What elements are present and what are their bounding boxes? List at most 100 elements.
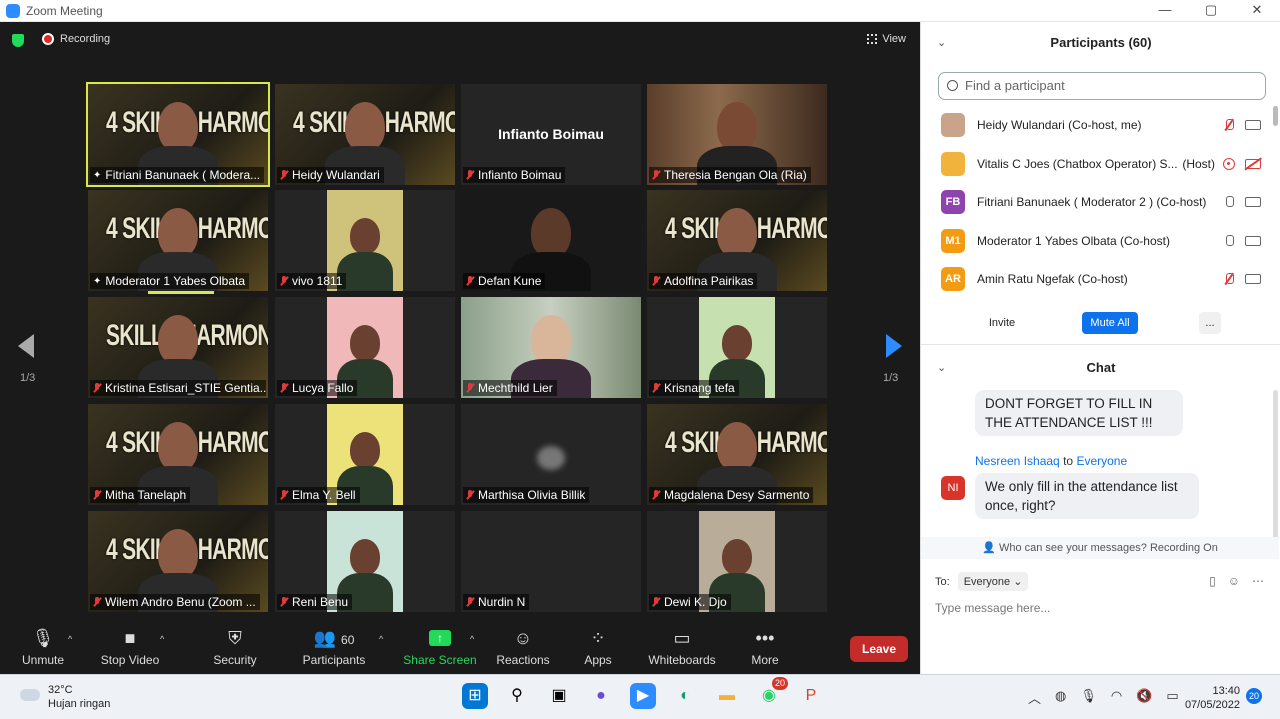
invite-button[interactable]: Invite xyxy=(979,312,1025,334)
video-tile[interactable]: Marthisa Olivia Billik xyxy=(461,404,641,505)
participant-scrollbar[interactable] xyxy=(1273,106,1278,126)
sender-name[interactable]: Nesreen Ishaaq xyxy=(975,454,1060,468)
search-icon[interactable]: ⚲ xyxy=(504,683,530,709)
chevron-up-icon[interactable]: ︿ xyxy=(1028,688,1041,707)
emoji-icon[interactable]: ☺ xyxy=(1228,574,1240,588)
participant-row[interactable]: Vitalis C Joes (Chatbox Operator) S... (H… xyxy=(921,145,1271,184)
next-page-arrow-icon[interactable] xyxy=(886,334,902,358)
task-view-icon[interactable]: ▣ xyxy=(546,683,572,709)
close-button[interactable]: ✕ xyxy=(1234,0,1280,20)
recording-icon xyxy=(1223,158,1235,171)
powerpoint-icon[interactable]: P xyxy=(798,683,824,709)
page-indicator-left: 1/3 xyxy=(20,372,36,384)
teams-chat-icon[interactable]: ● xyxy=(588,683,614,709)
video-tile[interactable]: SKILLS HARMONYKristina Estisari_STIE Gen… xyxy=(88,297,268,398)
security-button[interactable]: ⛨ Security xyxy=(195,628,275,667)
edge-icon[interactable]: ◐ xyxy=(672,683,698,709)
more-dots-icon[interactable]: ⋯ xyxy=(1252,574,1264,588)
recipient-select[interactable]: Everyone ⌄ xyxy=(957,572,1029,591)
participants-icon: 👥 60 xyxy=(313,628,355,648)
participant-name-label: Nurdin N xyxy=(463,594,530,610)
video-tile[interactable]: 4 SKILLS HARMONYWilem Andro Benu (Zoom .… xyxy=(88,511,268,612)
reactions-button[interactable]: ☺ Reactions xyxy=(483,628,563,667)
video-tile[interactable]: Lucya Fallo xyxy=(275,297,455,398)
whatsapp-icon[interactable]: ◉ 20 xyxy=(756,677,788,709)
wifi-icon[interactable]: ◠ xyxy=(1111,688,1122,707)
share-screen-button[interactable]: ↑ Share Screen xyxy=(400,628,480,667)
zoom-app-icon[interactable]: ▶ xyxy=(630,683,656,709)
clock[interactable]: 13:40 07/05/2022 xyxy=(1180,684,1240,712)
video-tile[interactable]: 4 SKILLS HARMONY✦Moderator 1 Yabes Olbat… xyxy=(88,190,268,291)
video-tile[interactable]: Krisnang tefa xyxy=(647,297,827,398)
video-tile[interactable]: Defan Kune xyxy=(461,190,641,291)
file-explorer-icon[interactable]: ▬ xyxy=(714,683,740,709)
participants-caret-icon[interactable]: ^ xyxy=(379,634,383,644)
participant-row[interactable]: AR Amin Ratu Ngefak (Co-host) xyxy=(921,260,1271,299)
video-camera-icon[interactable] xyxy=(1245,197,1261,208)
participant-row[interactable]: M1 Moderator 1 Yabes Olbata (Co-host) xyxy=(921,222,1271,261)
share-options-caret-icon[interactable]: ^ xyxy=(470,634,474,644)
view-button[interactable]: View xyxy=(867,33,906,45)
video-tile[interactable]: 4 SKILLS HARMONYMitha Tanelaph xyxy=(88,404,268,505)
mic-icon[interactable] xyxy=(1223,195,1235,209)
participants-button[interactable]: 👥 60 Participants xyxy=(294,628,374,667)
visibility-text: Who can see your messages? Recording On xyxy=(998,542,1218,554)
video-tile[interactable]: Mechthild Lier xyxy=(461,297,641,398)
share-screen-label: Share Screen xyxy=(403,653,477,667)
notification-badge[interactable]: 20 xyxy=(1246,688,1262,704)
file-icon[interactable]: ▯ xyxy=(1209,574,1216,588)
participant-row[interactable]: FB Fitriani Banunaek ( Moderator 2 ) (Co-… xyxy=(921,183,1271,222)
recipient-name[interactable]: Everyone xyxy=(1076,454,1127,468)
microphone-icon[interactable]: 🎙 xyxy=(1080,688,1097,707)
video-tile[interactable]: 4 SKILLS HARMONYHeidy Wulandari xyxy=(275,84,455,185)
muted-mic-icon[interactable] xyxy=(1223,272,1235,286)
leave-button[interactable]: Leave xyxy=(850,636,908,662)
muted-mic-icon xyxy=(652,170,660,180)
chat-scrollbar[interactable] xyxy=(1273,390,1278,540)
windows-start-icon[interactable]: ⊞ xyxy=(462,683,488,709)
audio-options-caret-icon[interactable]: ^ xyxy=(68,634,72,644)
pin-icon: ✦ xyxy=(93,275,102,287)
weather-widget[interactable]: 32°C Hujan ringan xyxy=(20,683,110,711)
participant-name-label: vivo 1811 xyxy=(277,273,347,289)
security-shield-icon[interactable] xyxy=(12,34,24,47)
more-button[interactable]: ••• More xyxy=(725,628,805,667)
video-tile[interactable]: Elma Y. Bell xyxy=(275,404,455,505)
maximize-button[interactable]: ▢ xyxy=(1188,0,1234,20)
video-tile[interactable]: Reni Benu xyxy=(275,511,455,612)
participant-row[interactable]: Heidy Wulandari (Co-host, me) xyxy=(921,106,1271,145)
chat-collapse-chevron-icon[interactable]: ⌄ xyxy=(937,350,946,386)
apps-button[interactable]: ⁘ Apps xyxy=(558,628,638,667)
video-camera-icon[interactable] xyxy=(1245,274,1261,285)
participant-search-input[interactable]: Find a participant xyxy=(938,72,1266,100)
video-camera-icon[interactable] xyxy=(1245,120,1261,131)
previous-page-arrow-icon[interactable] xyxy=(18,334,34,358)
video-options-caret-icon[interactable]: ^ xyxy=(160,634,164,644)
video-tile[interactable]: 4 SKILLS HARMONY✦Fitriani Banunaek ( Mod… xyxy=(86,82,270,187)
speaker-muted-icon[interactable]: 🔇 xyxy=(1136,688,1152,707)
zoom-tray-icon[interactable]: ◍ xyxy=(1055,688,1066,707)
minimize-button[interactable]: — xyxy=(1142,0,1188,20)
video-tile[interactable]: 4 SKILLS HARMONYMagdalena Desy Sarmento xyxy=(647,404,827,505)
more-options-button[interactable]: ... xyxy=(1199,312,1221,334)
video-tile[interactable]: 4 SKILLS HARMONYAdolfina Pairikas xyxy=(647,190,827,291)
muted-mic-icon[interactable] xyxy=(1223,118,1235,132)
message-visibility-notice[interactable]: 👤 Who can see your messages? Recording O… xyxy=(921,537,1279,559)
video-tile[interactable]: Nurdin N xyxy=(461,511,641,612)
video-tile[interactable]: vivo 1811 xyxy=(275,190,455,291)
video-tile[interactable]: Theresia Bengan Ola (Ria) xyxy=(647,84,827,185)
mute-all-button[interactable]: Mute All xyxy=(1082,312,1138,334)
apps-label: Apps xyxy=(584,653,612,667)
stop-video-button[interactable]: ■ Stop Video xyxy=(90,628,170,667)
video-tile[interactable]: Dewi K. Djo xyxy=(647,511,827,612)
battery-icon[interactable]: ▭ xyxy=(1166,688,1178,707)
video-tile[interactable]: Infianto Boimau Infianto Boimau xyxy=(461,84,641,185)
recording-indicator[interactable]: Recording xyxy=(42,33,110,45)
participants-header: ⌄ Participants (60) xyxy=(921,22,1280,64)
mic-icon[interactable] xyxy=(1223,234,1235,248)
chat-message-input[interactable]: Type message here... xyxy=(935,601,1050,615)
video-off-icon[interactable] xyxy=(1245,159,1261,170)
collapse-chevron-icon[interactable]: ⌄ xyxy=(937,22,946,64)
whiteboards-button[interactable]: ▭ Whiteboards xyxy=(642,628,722,667)
video-camera-icon[interactable] xyxy=(1245,235,1261,246)
